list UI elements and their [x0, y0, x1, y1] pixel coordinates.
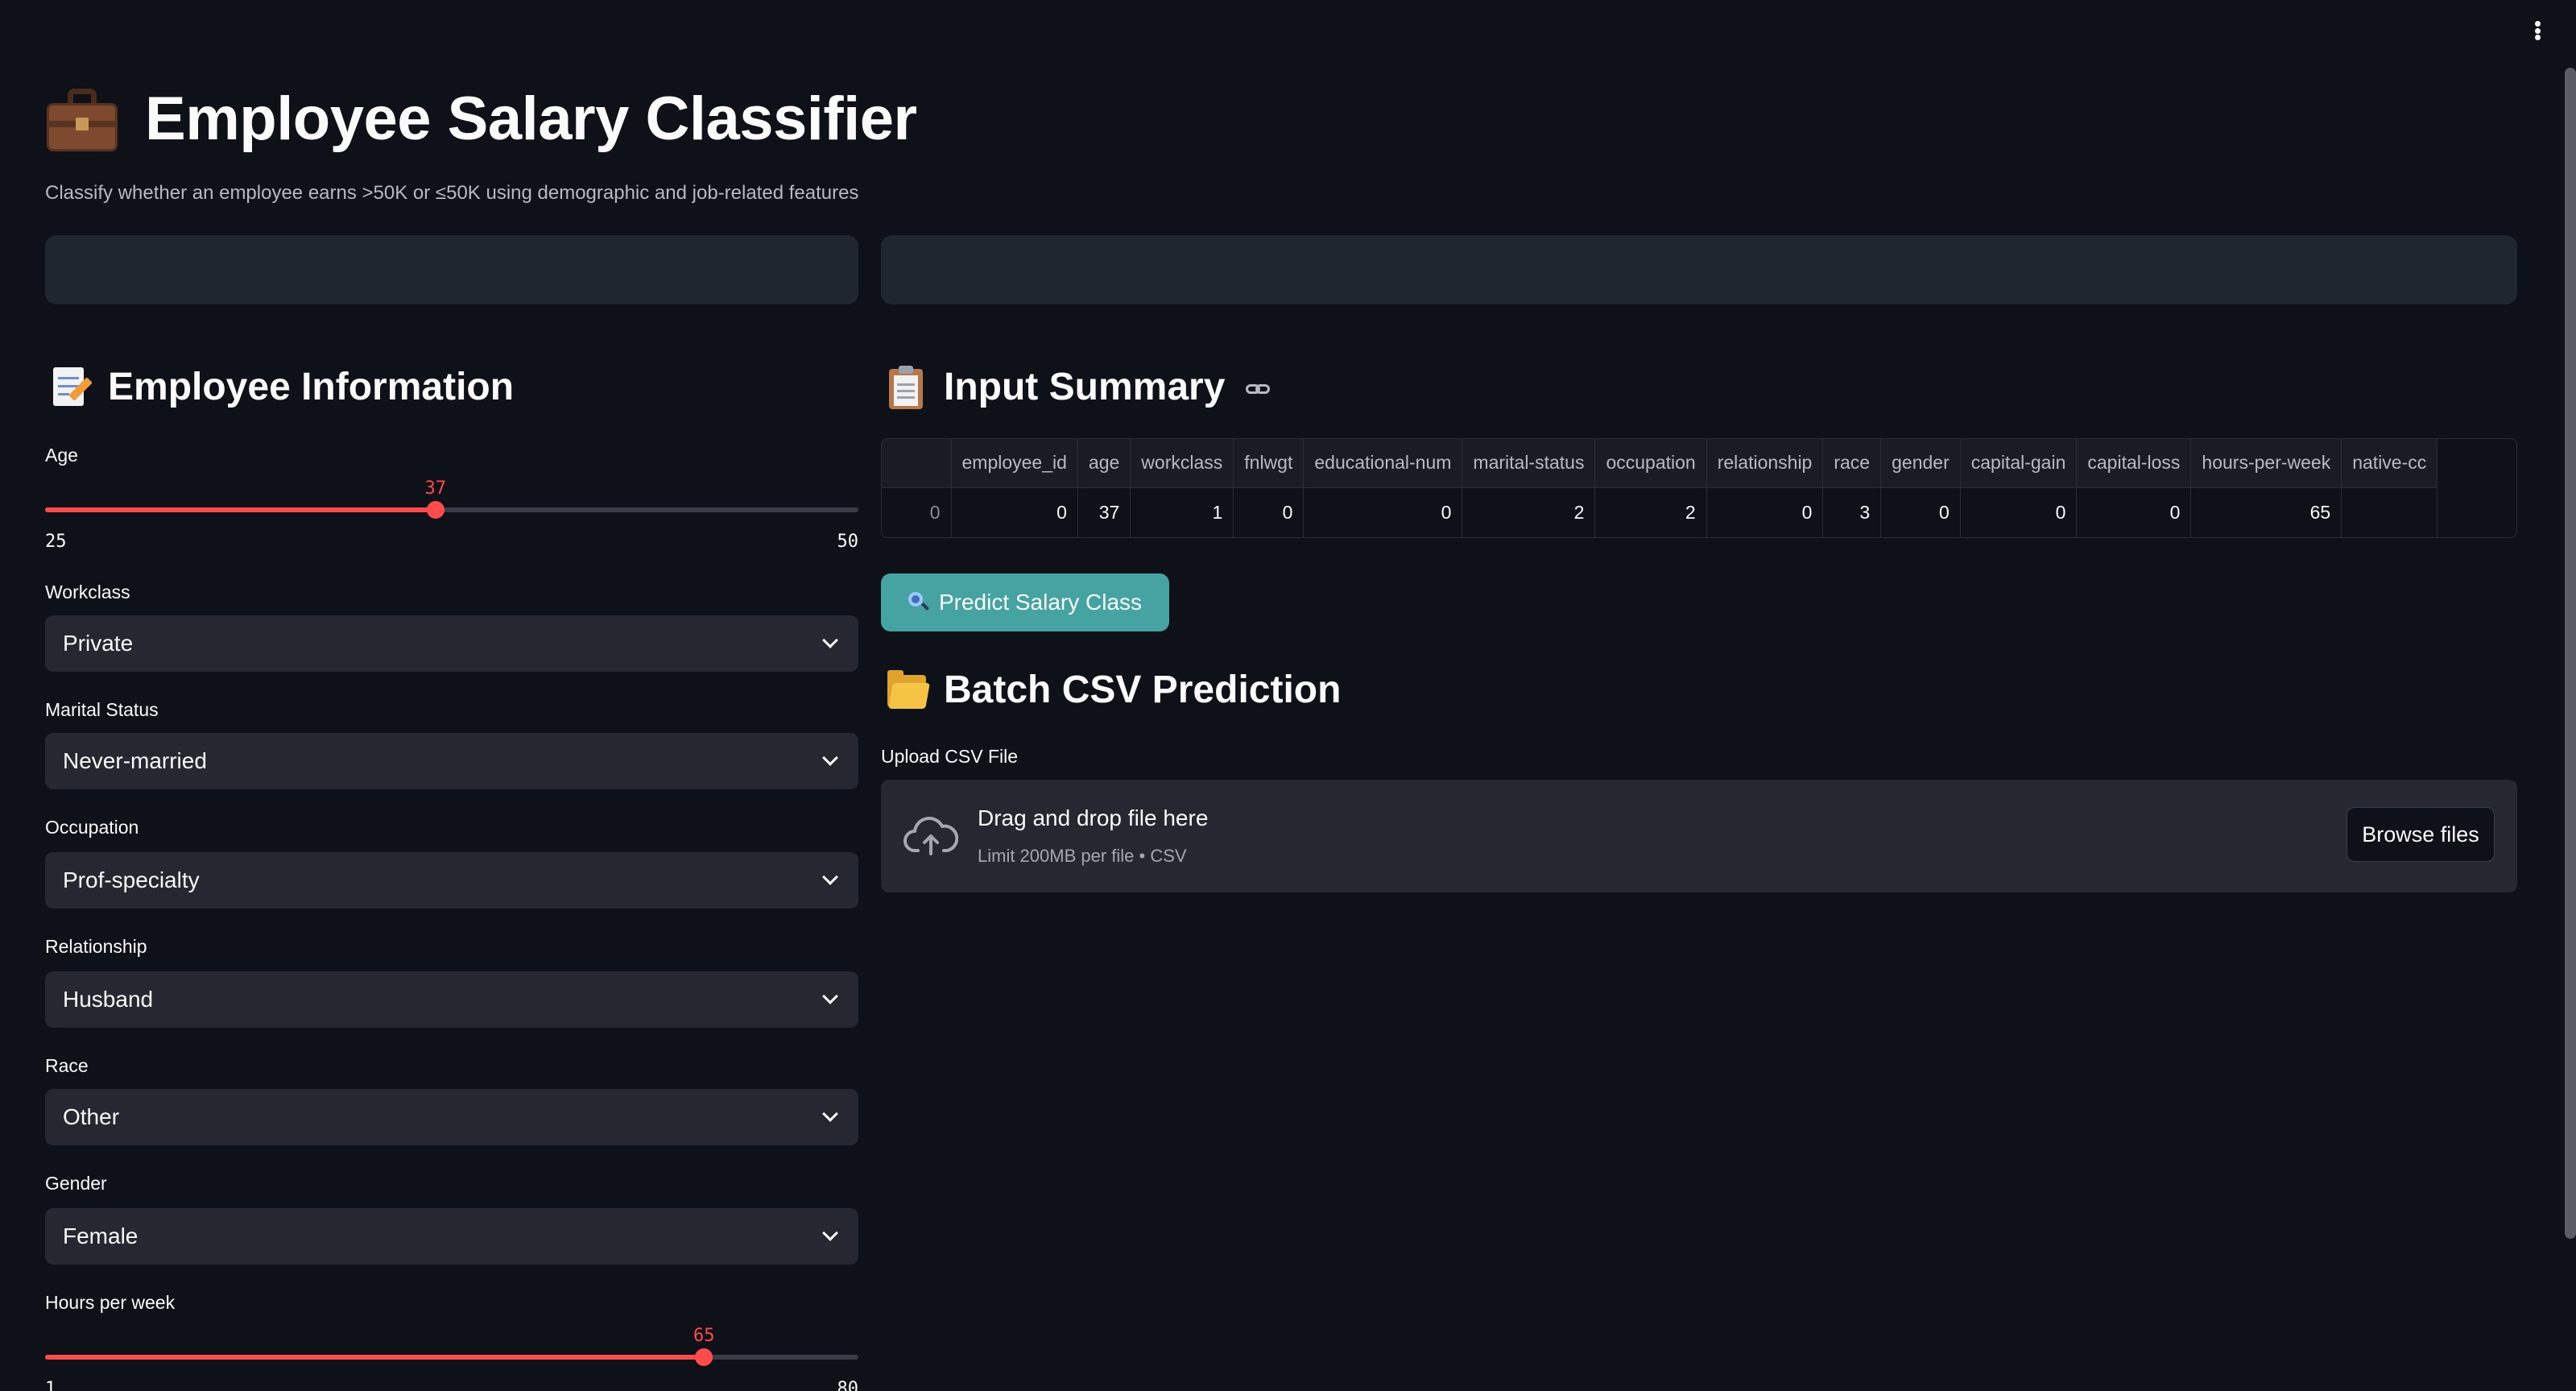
marital-status-value: Never-married [63, 748, 207, 773]
title-row: Employee Salary Classifier [45, 84, 917, 154]
folder-icon [886, 667, 930, 712]
predict-button-label: Predict Salary Class [938, 590, 1143, 615]
cloud-upload-icon [903, 817, 958, 855]
race-label: Race [45, 1055, 89, 1076]
column-header[interactable]: capital-loss [2076, 439, 2192, 487]
workclass-select[interactable]: Private [45, 615, 858, 672]
table-cell[interactable]: 0 [951, 486, 1078, 537]
predict-salary-button[interactable]: Predict Salary Class [881, 573, 1169, 631]
table-row[interactable]: 0 0 37 1 0 0 2 2 0 3 0 0 0 65 [882, 486, 2438, 537]
slider-thumb[interactable] [426, 501, 444, 519]
column-header[interactable]: capital-gain [1960, 439, 2078, 487]
column-header[interactable]: workclass [1130, 439, 1234, 487]
slider-value: 65 [693, 1326, 715, 1346]
chevron-down-icon [822, 750, 838, 766]
empty-container-right [881, 235, 2517, 304]
row-index[interactable]: 0 [882, 486, 952, 537]
chevron-down-icon [822, 988, 838, 1004]
app-page: Employee Salary Classifier Classify whet… [0, 0, 2576, 1391]
section-title: Input Summary [944, 365, 1226, 408]
empty-container-left [45, 235, 858, 304]
chevron-down-icon [822, 869, 838, 885]
memo-icon [50, 364, 93, 409]
batch-csv-heading: Batch CSV Prediction [886, 667, 1341, 712]
gender-select[interactable]: Female [45, 1208, 858, 1265]
age-label: Age [45, 445, 78, 466]
gender-value: Female [63, 1223, 139, 1248]
table-cell[interactable]: 0 [1960, 486, 2078, 537]
chevron-down-icon [822, 632, 838, 648]
page-subtitle: Classify whether an employee earns >50K … [45, 182, 859, 204]
section-title: Employee Information [108, 365, 515, 408]
column-header[interactable] [882, 439, 952, 487]
slider-min: 1 [45, 1379, 56, 1391]
table-cell[interactable]: 1 [1130, 486, 1234, 537]
gender-label: Gender [45, 1173, 107, 1194]
race-value: Other [63, 1104, 120, 1129]
link-icon[interactable] [1246, 381, 1273, 399]
magnifier-icon [908, 592, 929, 613]
input-summary-table[interactable]: employee_id age workclass fnlwgt educational… [881, 438, 2517, 538]
page-title: Employee Salary Classifier [145, 85, 917, 153]
table-cell[interactable]: 37 [1077, 486, 1131, 537]
employee-information-heading: Employee Information [50, 364, 514, 409]
column-header[interactable]: occupation [1594, 439, 1707, 487]
race-select[interactable]: Other [45, 1089, 858, 1145]
column-header[interactable]: fnlwgt [1233, 439, 1305, 487]
table-header-row: employee_id age workclass fnlwgt educational… [882, 439, 2438, 487]
section-title: Batch CSV Prediction [944, 668, 1342, 711]
column-header[interactable]: race [1822, 439, 1882, 487]
marital-status-label: Marital Status [45, 699, 159, 720]
table-cell[interactable]: 0 [2076, 486, 2192, 537]
browse-files-button[interactable]: Browse files [2347, 807, 2495, 862]
column-header[interactable]: hours-per-week [2190, 439, 2342, 487]
occupation-select[interactable]: Prof-specialty [45, 852, 858, 909]
table-cell[interactable]: 2 [1462, 486, 1596, 537]
column-header[interactable]: marital-status [1462, 439, 1596, 487]
briefcase-icon [45, 85, 119, 153]
table-cell[interactable]: 2 [1594, 486, 1707, 537]
file-dropzone[interactable]: Drag and drop file here Limit 200MB per … [881, 780, 2517, 892]
table-cell[interactable] [2341, 486, 2438, 537]
hours-slider[interactable]: 65 1 80 [45, 1326, 859, 1391]
column-header[interactable]: educational-num [1303, 439, 1463, 487]
column-header[interactable]: gender [1880, 439, 1961, 487]
dropzone-limit: Limit 200MB per file • CSV [978, 846, 1187, 866]
table-cell[interactable]: 65 [2190, 486, 2342, 537]
table-cell[interactable]: 0 [1233, 486, 1305, 537]
column-header[interactable]: native-cc [2341, 439, 2438, 487]
hours-label: Hours per week [45, 1292, 176, 1313]
clipboard-icon [886, 364, 926, 409]
slider-thumb[interactable] [695, 1348, 713, 1366]
workclass-value: Private [63, 631, 134, 656]
relationship-select[interactable]: Husband [45, 971, 858, 1028]
column-header[interactable]: employee_id [951, 439, 1078, 487]
input-summary-heading: Input Summary [886, 364, 1273, 409]
upload-label: Upload CSV File [881, 746, 1019, 767]
relationship-value: Husband [63, 987, 154, 1012]
workclass-label: Workclass [45, 582, 130, 602]
marital-status-select[interactable]: Never-married [45, 733, 858, 789]
occupation-value: Prof-specialty [63, 867, 200, 892]
table-cell[interactable]: 0 [1880, 486, 1961, 537]
relationship-label: Relationship [45, 936, 147, 957]
slider-min: 25 [45, 532, 67, 552]
table-cell[interactable]: 3 [1822, 486, 1882, 537]
table-cell[interactable]: 0 [1303, 486, 1463, 537]
chevron-down-icon [822, 1225, 838, 1241]
table-cell[interactable]: 0 [1706, 486, 1824, 537]
slider-max: 80 [837, 1379, 859, 1391]
occupation-label: Occupation [45, 817, 139, 838]
chevron-down-icon [822, 1106, 838, 1122]
slider-fill [45, 1355, 705, 1360]
slider-fill [45, 507, 436, 512]
dropzone-text: Drag and drop file here [978, 805, 1209, 830]
slider-max: 50 [837, 532, 859, 552]
column-header[interactable]: relationship [1706, 439, 1824, 487]
column-header[interactable]: age [1077, 439, 1131, 487]
page-scrollbar[interactable] [2565, 68, 2576, 1239]
slider-value: 37 [424, 478, 447, 499]
age-slider[interactable]: 37 25 50 [45, 478, 859, 561]
vertical-ellipsis-icon[interactable] [2528, 18, 2547, 43]
